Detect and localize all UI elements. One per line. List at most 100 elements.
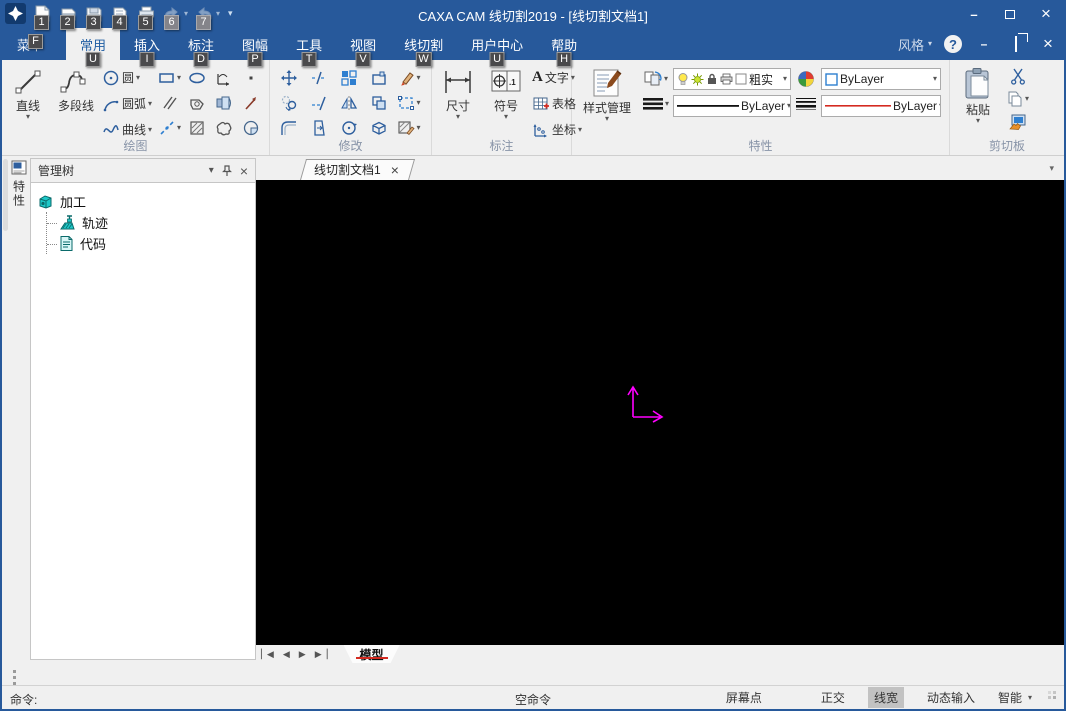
tab-yonghuzhongxin[interactable]: 用户中心 U: [457, 28, 537, 67]
parallel-tool-button[interactable]: [161, 94, 179, 112]
close-button[interactable]: [1028, 0, 1064, 28]
dock-grip-dots[interactable]: [13, 670, 16, 673]
point-tool-button[interactable]: [242, 69, 260, 87]
plate-hole-tool-button[interactable]: [188, 94, 206, 112]
circle-tool-button[interactable]: 圆: [102, 65, 152, 90]
cut-button[interactable]: [1009, 67, 1027, 85]
properties-dock-tab[interactable]: 特性: [9, 160, 29, 208]
save-button[interactable]: 3: [84, 3, 104, 30]
previous-sheet-button[interactable]: [278, 649, 294, 660]
linetype-combobox[interactable]: ByLayer: [673, 95, 792, 117]
polyline-tool-button[interactable]: 多段线: [54, 65, 98, 113]
tree-node-code[interactable]: 代码: [47, 233, 249, 254]
color-picker-button[interactable]: [797, 70, 815, 88]
symbol-tool-button[interactable]: .1 符号: [484, 65, 528, 121]
copy-button[interactable]: [1006, 90, 1029, 108]
style-manager-button[interactable]: 样式管理: [576, 65, 638, 123]
gear-tool-button[interactable]: [215, 94, 233, 112]
open-document-button[interactable]: 2: [58, 3, 78, 30]
command-prompt-label[interactable]: 命令:: [10, 691, 37, 708]
panel-menu-arrow-icon[interactable]: [209, 167, 214, 175]
dock-splitter-handle[interactable]: [3, 159, 8, 231]
arc-tool-button[interactable]: 圆弧: [102, 91, 152, 116]
tab-shitu[interactable]: 视图 V: [336, 28, 390, 67]
array-tool-button[interactable]: [340, 69, 358, 87]
mdi-close-button[interactable]: [1038, 34, 1058, 54]
dropdown-arrow-icon[interactable]: [26, 113, 30, 121]
qat-customize-arrow-icon[interactable]: [228, 8, 233, 19]
panel-close-button[interactable]: [240, 163, 248, 179]
tab-gongju[interactable]: 工具 T: [282, 28, 336, 67]
erase-tool-button[interactable]: [397, 69, 420, 87]
drawing-canvas[interactable]: [256, 180, 1064, 645]
paste-special-button[interactable]: [1008, 113, 1027, 131]
undo-dropdown-arrow-icon[interactable]: [184, 9, 188, 18]
last-sheet-button[interactable]: [310, 649, 332, 660]
screen-point-label[interactable]: 屏幕点: [726, 689, 762, 706]
tab-changyong[interactable]: 常用 U: [66, 28, 121, 67]
style-dropdown[interactable]: 风格: [898, 35, 932, 54]
tree-node-trajectory[interactable]: 轨迹: [47, 212, 249, 233]
dropdown-arrow-icon[interactable]: [456, 113, 460, 121]
help-button[interactable]: ?: [944, 35, 962, 53]
lineweight-combobox[interactable]: ByLayer: [821, 95, 942, 117]
layer-convert-button[interactable]: [643, 70, 668, 88]
tab-biaozhu[interactable]: 标注 D: [174, 28, 228, 67]
lineweight-button[interactable]: [795, 97, 817, 112]
hide-tool-button[interactable]: [370, 119, 388, 137]
move-tool-button[interactable]: [280, 69, 298, 87]
dropdown-arrow-icon[interactable]: [976, 117, 980, 125]
tab-bangzhu[interactable]: 帮助 H: [537, 28, 591, 67]
dropdown-arrow-icon[interactable]: [504, 113, 508, 121]
minimize-button[interactable]: [956, 0, 992, 28]
scale-tool-button[interactable]: [397, 94, 420, 112]
print-button[interactable]: 5: [136, 3, 156, 30]
window-list-arrow-icon[interactable]: [1049, 163, 1054, 174]
tab-charu[interactable]: 插入 I: [120, 28, 174, 67]
fillet-tool-button[interactable]: [280, 119, 298, 137]
stretch-tool-button[interactable]: [370, 69, 388, 87]
linetype-button[interactable]: [642, 97, 669, 111]
paste-button[interactable]: 粘贴: [954, 65, 1002, 125]
snap-mode-dropdown[interactable]: 智能: [998, 689, 1032, 706]
save-as-button[interactable]: 4: [110, 3, 130, 30]
menu-button[interactable]: 菜单 F: [0, 28, 60, 60]
section-tool-button[interactable]: [242, 119, 260, 137]
layer-combobox[interactable]: 粗实: [673, 68, 792, 90]
rotate-tool-button[interactable]: [340, 119, 358, 137]
dashed-line-tool-button[interactable]: [158, 119, 181, 137]
hatch-edit-tool-button[interactable]: [397, 119, 420, 137]
offset-tool-button[interactable]: [370, 94, 388, 112]
pick-arrow-tool-button[interactable]: [242, 94, 260, 112]
app-logo-icon[interactable]: [5, 3, 26, 24]
maximize-button[interactable]: [992, 0, 1028, 28]
pin-icon[interactable]: [221, 164, 232, 177]
color-combobox[interactable]: ByLayer: [821, 68, 942, 90]
dimension-tool-button[interactable]: 尺寸: [436, 65, 480, 121]
first-sheet-button[interactable]: [256, 649, 278, 660]
chamfer-tool-button[interactable]: [310, 119, 328, 137]
next-sheet-button[interactable]: [294, 649, 310, 660]
tab-xianqiege[interactable]: 线切割 W: [390, 28, 457, 67]
lineweight-toggle[interactable]: 线宽: [867, 687, 904, 708]
rectangle-tool-button[interactable]: [158, 69, 181, 87]
model-sheet-tab[interactable]: 模型: [344, 645, 400, 663]
tab-tufu[interactable]: 图幅 P: [228, 28, 282, 67]
dropdown-arrow-icon[interactable]: [605, 115, 609, 123]
mdi-minimize-button[interactable]: [974, 37, 994, 51]
profile-tool-button[interactable]: [215, 69, 233, 87]
copy-tool-button[interactable]: [280, 94, 298, 112]
dynamic-input-toggle[interactable]: 动态输入: [921, 687, 981, 708]
resize-grip[interactable]: [1053, 696, 1056, 699]
document-tab[interactable]: 线切割文档1: [300, 159, 415, 180]
redo-dropdown-arrow-icon[interactable]: [216, 9, 220, 18]
spline-region-tool-button[interactable]: [215, 119, 233, 137]
new-document-button[interactable]: 1: [32, 3, 52, 30]
extend-tool-button[interactable]: [310, 94, 328, 112]
trim-tool-button[interactable]: [310, 69, 328, 87]
mdi-restore-button[interactable]: [1006, 36, 1026, 52]
document-tab-close-icon[interactable]: [391, 162, 399, 178]
hatch-tool-button[interactable]: [188, 119, 206, 137]
undo-button[interactable]: 6: [162, 3, 182, 30]
ortho-toggle[interactable]: 正交: [815, 687, 851, 708]
